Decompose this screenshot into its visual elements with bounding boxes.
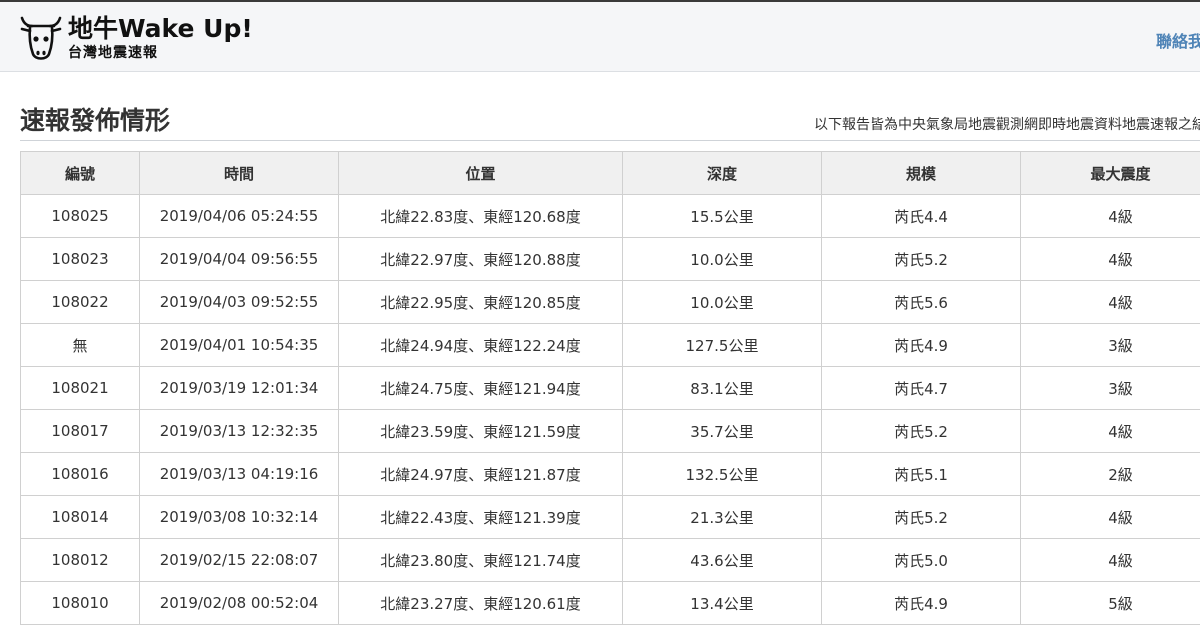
column-header-id: 編號 (20, 151, 140, 195)
cell-magnitude: 芮氏4.4 (821, 194, 1021, 238)
cell-depth: 21.3公里 (622, 495, 822, 539)
column-header-time: 時間 (139, 151, 339, 195)
cell-max-intensity: 2級 (1020, 452, 1200, 496)
brand-subtitle: 台灣地震速報 (68, 45, 158, 61)
cell-magnitude: 芮氏5.0 (821, 538, 1021, 582)
cell-id: 108025 (20, 194, 140, 238)
cell-depth: 13.4公里 (622, 581, 822, 625)
cell-id: 108022 (20, 280, 140, 324)
cell-magnitude: 芮氏5.1 (821, 452, 1021, 496)
cell-max-intensity: 4級 (1020, 409, 1200, 453)
table-header-row: 編號 時間 位置 深度 規模 最大震度 (20, 151, 1200, 195)
cell-time: 2019/03/08 10:32:14 (139, 495, 339, 539)
table-row: 108023 2019/04/04 09:56:55 北緯22.97度、東經12… (20, 237, 1200, 281)
cell-max-intensity: 3級 (1020, 323, 1200, 367)
brand-title: 地牛Wake Up! (68, 14, 253, 43)
brand-text: 地牛Wake Up! 台灣地震速報 (68, 16, 253, 60)
cell-magnitude: 芮氏4.7 (821, 366, 1021, 410)
cell-time: 2019/03/13 12:32:35 (139, 409, 339, 453)
site-header: 地牛Wake Up! 台灣地震速報 聯絡我 (0, 0, 1200, 72)
table-row: 108010 2019/02/08 00:52:04 北緯23.27度、東經12… (20, 581, 1200, 625)
cell-id: 108012 (20, 538, 140, 582)
table-row: 108025 2019/04/06 05:24:55 北緯22.83度、東經12… (20, 194, 1200, 238)
cell-location: 北緯23.80度、東經121.74度 (338, 538, 623, 582)
cow-head-icon (20, 16, 62, 60)
cell-max-intensity: 4級 (1020, 280, 1200, 324)
table-row: 108016 2019/03/13 04:19:16 北緯24.97度、東經12… (20, 452, 1200, 496)
table-row: 108022 2019/04/03 09:52:55 北緯22.95度、東經12… (20, 280, 1200, 324)
cell-id: 108023 (20, 237, 140, 281)
table-row: 108017 2019/03/13 12:32:35 北緯23.59度、東經12… (20, 409, 1200, 453)
cell-magnitude: 芮氏5.2 (821, 237, 1021, 281)
cell-depth: 127.5公里 (622, 323, 822, 367)
cell-location: 北緯23.27度、東經120.61度 (338, 581, 623, 625)
cell-depth: 10.0公里 (622, 280, 822, 324)
cell-depth: 43.6公里 (622, 538, 822, 582)
cell-depth: 35.7公里 (622, 409, 822, 453)
cell-id: 108021 (20, 366, 140, 410)
cell-id: 108014 (20, 495, 140, 539)
cell-id: 108017 (20, 409, 140, 453)
cell-location: 北緯22.83度、東經120.68度 (338, 194, 623, 238)
cell-time: 2019/04/03 09:52:55 (139, 280, 339, 324)
cell-time: 2019/02/08 00:52:04 (139, 581, 339, 625)
cell-location: 北緯22.97度、東經120.88度 (338, 237, 623, 281)
cell-magnitude: 芮氏5.2 (821, 495, 1021, 539)
cell-time: 2019/04/01 10:54:35 (139, 323, 339, 367)
table-row: 108014 2019/03/08 10:32:14 北緯22.43度、東經12… (20, 495, 1200, 539)
cell-time: 2019/02/15 22:08:07 (139, 538, 339, 582)
cell-time: 2019/04/06 05:24:55 (139, 194, 339, 238)
cell-depth: 132.5公里 (622, 452, 822, 496)
cell-max-intensity: 4級 (1020, 237, 1200, 281)
cell-max-intensity: 4級 (1020, 495, 1200, 539)
cell-magnitude: 芮氏4.9 (821, 323, 1021, 367)
brand-logo-link[interactable]: 地牛Wake Up! 台灣地震速報 (18, 12, 253, 64)
column-header-location: 位置 (338, 151, 623, 195)
cell-magnitude: 芮氏4.9 (821, 581, 1021, 625)
cell-magnitude: 芮氏5.6 (821, 280, 1021, 324)
cell-location: 北緯24.94度、東經122.24度 (338, 323, 623, 367)
column-header-depth: 深度 (622, 151, 822, 195)
table-row: 無 2019/04/01 10:54:35 北緯24.94度、東經122.24度… (20, 323, 1200, 367)
cell-location: 北緯22.95度、東經120.85度 (338, 280, 623, 324)
cell-id: 108016 (20, 452, 140, 496)
column-header-max-intensity: 最大震度 (1020, 151, 1200, 195)
cell-depth: 10.0公里 (622, 237, 822, 281)
cell-max-intensity: 5級 (1020, 581, 1200, 625)
cell-max-intensity: 4級 (1020, 194, 1200, 238)
cell-depth: 83.1公里 (622, 366, 822, 410)
cell-location: 北緯24.97度、東經121.87度 (338, 452, 623, 496)
cell-location: 北緯22.43度、東經121.39度 (338, 495, 623, 539)
cell-time: 2019/03/19 12:01:34 (139, 366, 339, 410)
cell-max-intensity: 4級 (1020, 538, 1200, 582)
cell-time: 2019/03/13 04:19:16 (139, 452, 339, 496)
table-row: 108012 2019/02/15 22:08:07 北緯23.80度、東經12… (20, 538, 1200, 582)
title-divider (20, 140, 1200, 141)
cell-max-intensity: 3級 (1020, 366, 1200, 410)
cell-magnitude: 芮氏5.2 (821, 409, 1021, 453)
cell-time: 2019/04/04 09:56:55 (139, 237, 339, 281)
page-description: 以下報告皆為中央氣象局地震觀測網即時地震資料地震速報之結 (814, 117, 1200, 133)
contact-link[interactable]: 聯絡我 (1156, 28, 1200, 52)
page-title: 速報發佈情形 (20, 106, 171, 135)
column-header-magnitude: 規模 (821, 151, 1021, 195)
cell-id: 108010 (20, 581, 140, 625)
cell-depth: 15.5公里 (622, 194, 822, 238)
cell-location: 北緯23.59度、東經121.59度 (338, 409, 623, 453)
table-row: 108021 2019/03/19 12:01:34 北緯24.75度、東經12… (20, 366, 1200, 410)
earthquake-report-table: 編號 時間 位置 深度 規模 最大震度 108025 2019/04/06 05… (20, 151, 1200, 625)
cell-id: 無 (20, 323, 140, 367)
cell-location: 北緯24.75度、東經121.94度 (338, 366, 623, 410)
